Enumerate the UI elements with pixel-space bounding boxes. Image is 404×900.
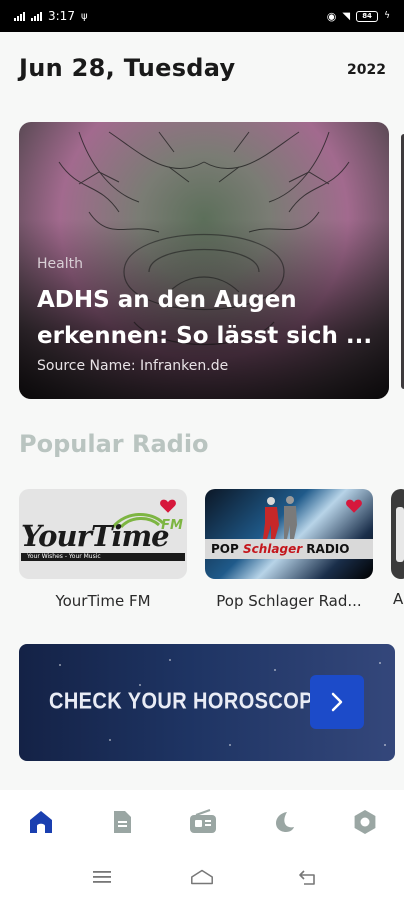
signal-icon [14, 11, 25, 21]
horoscope-banner[interactable]: CHECK YOUR HOROSCOPE [19, 644, 395, 761]
home-icon [30, 811, 52, 833]
bottom-nav [0, 790, 404, 856]
nav-settings[interactable] [349, 806, 381, 838]
radio-name: A [393, 590, 404, 608]
radio-logo: YourTime FM Your Wishes - Your Music [19, 489, 187, 579]
page-date: Jun 28, Tuesday [19, 54, 236, 82]
radio-item-partial[interactable] [391, 489, 404, 579]
horoscope-go-button[interactable] [310, 675, 364, 729]
nav-radio[interactable] [187, 806, 219, 838]
wifi-icon: ◥ [342, 10, 351, 22]
radio-name: YourTime FM [55, 592, 151, 610]
system-back-button[interactable] [295, 866, 321, 888]
system-menu-button[interactable] [89, 866, 115, 888]
favorite-heart-icon[interactable] [159, 497, 177, 515]
signal-icon-2 [31, 11, 42, 21]
nav-news[interactable] [106, 806, 138, 838]
back-icon [299, 870, 315, 885]
charging-icon: ϟ [384, 11, 390, 21]
document-icon [114, 811, 131, 833]
nav-horoscope[interactable] [268, 806, 300, 838]
system-home-button[interactable] [189, 866, 215, 888]
news-category: Health [37, 256, 83, 272]
singers-graphic [263, 496, 297, 539]
year-label: 2022 [347, 62, 386, 78]
nav-home[interactable] [25, 806, 57, 838]
menu-icon [93, 871, 111, 883]
system-nav-bar [0, 856, 404, 900]
news-card[interactable]: Health ADHS an den Augen erkennen: So lä… [19, 122, 389, 399]
status-time: 3:17 [48, 9, 75, 23]
news-source: Source Name: Infranken.de [37, 358, 229, 374]
radio-logo: POP Schlager RADIO [205, 489, 373, 579]
horoscope-label: CHECK YOUR HOROSCOPE [49, 689, 327, 715]
home-outline-icon [191, 869, 213, 885]
favorite-heart-icon[interactable] [345, 497, 363, 515]
status-bar: 3:17 ψ ◉ ◥ 84 ϟ [0, 0, 404, 32]
radio-name: Pop Schlager Rad... [216, 592, 362, 610]
section-title-popular-radio: Popular Radio [19, 430, 209, 458]
radio-item[interactable]: YourTime FM Your Wishes - Your Music You… [19, 489, 187, 610]
chevron-right-icon [331, 692, 343, 712]
settings-icon [354, 810, 376, 834]
radio-item[interactable]: POP Schlager RADIO Pop Schlager Rad... [205, 489, 373, 610]
radio-icon [190, 809, 216, 833]
news-title: ADHS an den Augen erkennen: So lässt sic… [37, 287, 373, 349]
battery-icon: 84 [356, 10, 379, 22]
usb-icon: ψ [80, 10, 88, 22]
moon-icon [276, 812, 294, 832]
alarm-icon: ◉ [326, 9, 337, 23]
